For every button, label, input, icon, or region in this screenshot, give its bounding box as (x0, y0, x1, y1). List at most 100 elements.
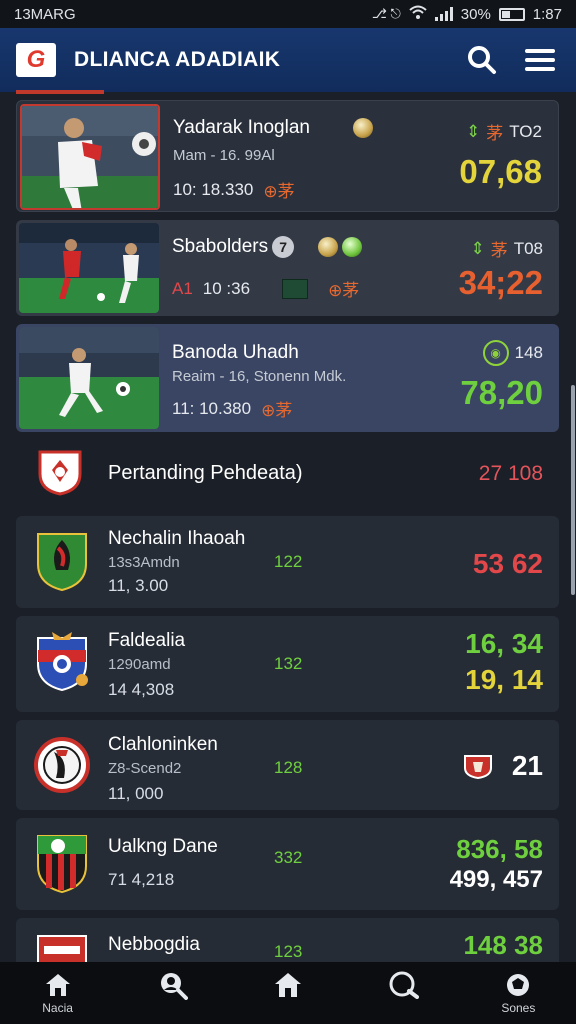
match-list-item[interactable]: Nebbogdia 123 148 38 (16, 918, 559, 962)
nav-item-scores[interactable]: Sones (463, 972, 573, 1015)
nav-label: Sones (501, 1000, 536, 1015)
club-crest-icon (37, 835, 87, 894)
team-name: Ualkng Dane (108, 836, 218, 857)
match-score: 34;22 (458, 264, 543, 301)
bottom-navigation: Nacia Sones (0, 962, 576, 1024)
status-bar: 13MARG ⎇ ⎋ 30% 1:87 (0, 0, 576, 28)
match-list-item[interactable]: Faldealia 1290amd 14 4,308 132 16, 34 19… (16, 616, 559, 712)
search-person-icon (160, 972, 188, 1000)
home-icon (45, 973, 70, 996)
team-subtitle: 13s3Amdn (108, 554, 180, 571)
team-subtitle: 1290amd (108, 656, 171, 673)
match-subtitle: Reaim - 16, Stonenn Mdk. (172, 368, 347, 385)
nav-item-chat[interactable] (348, 971, 458, 1016)
shield-icon (464, 755, 492, 780)
club-crest-icon (37, 632, 88, 692)
team-stat: 332 (274, 848, 303, 867)
status-time-right: 1:87 (532, 5, 562, 23)
home-icon (274, 972, 301, 997)
chat-icon (389, 971, 420, 999)
featured-match-card[interactable]: Sbabolders 7 A1 10 :36 ⊕茅 ⇕ 茅 T08 34;22 (16, 220, 559, 316)
match-title: Sbabolders (172, 236, 269, 257)
team-score: 148 38 (463, 930, 543, 960)
match-title: Banoda Uhadh (172, 342, 299, 363)
featured-match-card[interactable]: Yadarak Inoglan Mam - 16. 99Al 10: 18.33… (16, 100, 559, 212)
match-meta-prefix: A1 (172, 278, 193, 298)
match-subtitle: Mam - 16. 99Al (173, 147, 275, 164)
trend-icon: ⇕ (465, 121, 481, 141)
match-meta: 11: 10.380 (172, 398, 252, 418)
team-score: 16, 34 (465, 628, 543, 659)
nav-item-search[interactable] (118, 970, 228, 1017)
ball-icon (507, 973, 530, 996)
ball-icon (342, 237, 362, 257)
match-thumbnail (19, 327, 159, 429)
match-list-item[interactable]: Ualkng Dane 71 4,218 332 836, 58 499, 45… (16, 818, 559, 910)
team-score: 53 62 (472, 548, 543, 579)
match-thumbnail (19, 223, 159, 313)
menu-button[interactable] (520, 40, 560, 80)
team-stat: 123 (274, 942, 303, 961)
odds-icon: 茅 (490, 241, 508, 260)
odds-icon: ⊕茅 (261, 401, 293, 420)
team-stat: 122 (274, 552, 303, 571)
menu-icon (525, 49, 555, 71)
nav-item-home[interactable]: Nacia (3, 972, 113, 1015)
match-score: 78,20 (460, 374, 543, 411)
section-value: 27 108 (478, 462, 543, 485)
active-tab-indicator (16, 90, 104, 94)
team-name: Nechalin Ihaoah (108, 528, 246, 549)
team-score-secondary: 499, 457 (449, 866, 543, 893)
trend-icon: ⇕ (470, 238, 485, 258)
team-value: 11, 3.00 (108, 576, 169, 595)
odds-icon: ⊕茅 (263, 182, 295, 201)
search-button[interactable] (462, 40, 502, 80)
nfc-icon: ⎇ ⎋ (371, 6, 401, 21)
club-crest-icon (34, 737, 90, 793)
team-value: 11, 000 (108, 784, 164, 803)
match-list-item[interactable]: Clahloninken Z8-Scend2 11, 000 128 21 (16, 720, 559, 810)
app-bar: G DLIANCA ADADIAIK (0, 28, 576, 92)
nav-item-home-center[interactable] (233, 971, 343, 1016)
match-feed[interactable]: Yadarak Inoglan Mam - 16. 99Al 10: 18.33… (0, 96, 576, 962)
club-crest-icon (37, 935, 87, 962)
team-value: 14 4,308 (108, 680, 175, 699)
match-list-item[interactable]: Nechalin Ihaoah 13s3Amdn 11, 3.00 122 53… (16, 516, 559, 608)
odds-icon: 茅 (486, 124, 504, 143)
team-score: 836, 58 (456, 834, 543, 864)
battery-percent: 30% (460, 5, 491, 23)
nav-label: Nacia (42, 1000, 73, 1015)
match-title: Yadarak Inoglan (173, 117, 310, 138)
team-score-secondary: 19, 14 (465, 664, 543, 695)
club-crest-icon (38, 450, 82, 496)
featured-match-card[interactable]: Banoda Uhadh Reaim - 16, Stonenn Mdk. 11… (16, 324, 559, 432)
app-logo[interactable]: G (16, 43, 56, 77)
team-name: Clahloninken (108, 734, 218, 755)
status-time-left: 13MARG (14, 5, 76, 23)
app-title: DLIANCA ADADIAIK (74, 48, 281, 71)
team-stat: 132 (274, 654, 303, 673)
team-name: Nebbogdia (108, 934, 200, 955)
wifi-icon (409, 5, 427, 23)
match-code: 148 (514, 343, 543, 362)
trend-icon: ◉ (482, 340, 509, 366)
match-meta: 10: 18.330 (173, 179, 254, 199)
team-subtitle: Z8-Scend2 (108, 760, 182, 777)
match-thumbnail (20, 104, 160, 210)
club-crest-icon (37, 533, 87, 592)
section-header: Pertanding Pehdeata) 27 108 (16, 436, 559, 512)
team-name: Faldealia (108, 630, 186, 651)
match-score: 07,68 (459, 153, 542, 190)
scrollbar[interactable] (571, 385, 575, 595)
match-code: TO2 (509, 121, 542, 141)
team-score: 21 (511, 750, 543, 781)
match-code: T08 (513, 238, 543, 258)
odds-icon: ⊕茅 (328, 281, 360, 300)
team-value: 71 4,218 (108, 870, 175, 889)
section-title: Pertanding Pehdeata) (108, 462, 303, 484)
battery-icon (498, 7, 525, 21)
team-stat: 128 (274, 758, 303, 777)
ball-icon (353, 118, 373, 138)
signal-icon (434, 7, 453, 21)
search-icon (468, 46, 496, 74)
